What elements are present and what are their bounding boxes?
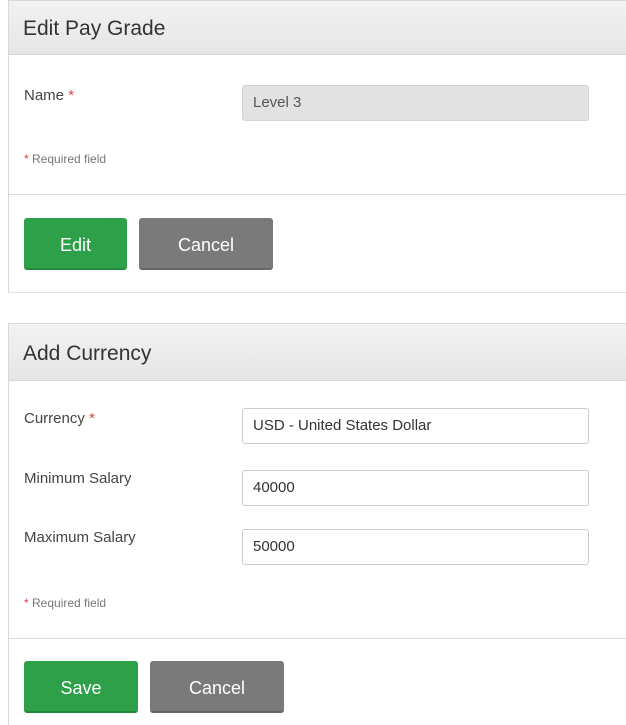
required-asterisk: *: [89, 410, 95, 427]
required-field-note: * Required field: [24, 152, 106, 166]
currency-label-text: Currency: [24, 410, 85, 427]
maximum-salary-input[interactable]: 50000: [242, 529, 589, 565]
name-label-text: Name: [24, 87, 65, 104]
edit-button[interactable]: Edit: [24, 218, 127, 270]
panel-separator: [8, 292, 626, 293]
required-note-text: Required field: [28, 152, 107, 166]
edit-pay-grade-panel: Edit Pay Grade Name * Level 3 * Required…: [8, 0, 626, 293]
form-divider: [9, 194, 626, 195]
currency-select[interactable]: USD - United States Dollar: [242, 408, 589, 444]
required-field-note: * Required field: [24, 596, 106, 610]
required-note-text: Required field: [28, 596, 107, 610]
edit-pay-grade-title: Edit Pay Grade: [9, 1, 626, 55]
name-label: Name *: [24, 87, 74, 104]
cancel-button[interactable]: Cancel: [139, 218, 273, 270]
name-field[interactable]: Level 3: [242, 85, 589, 121]
required-asterisk: *: [68, 87, 75, 104]
form-divider: [9, 638, 626, 639]
currency-label: Currency *: [24, 410, 95, 427]
save-button[interactable]: Save: [24, 661, 138, 713]
add-currency-panel: Add Currency Currency * USD - United Sta…: [8, 323, 626, 725]
minimum-salary-label: Minimum Salary: [24, 470, 132, 487]
minimum-salary-input[interactable]: 40000: [242, 470, 589, 506]
cancel-button[interactable]: Cancel: [150, 661, 284, 713]
maximum-salary-label: Maximum Salary: [24, 529, 136, 546]
add-currency-title: Add Currency: [9, 324, 626, 381]
